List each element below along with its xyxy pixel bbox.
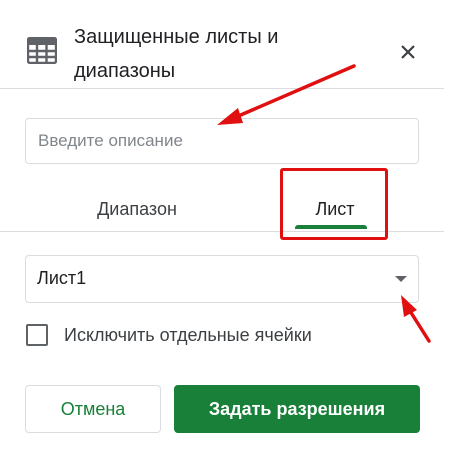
- except-cells-checkbox[interactable]: [26, 324, 48, 346]
- tab-range[interactable]: Диапазон: [86, 194, 188, 224]
- close-button[interactable]: [394, 38, 422, 66]
- sheet-select[interactable]: Лист1: [25, 255, 419, 303]
- dialog-title: Защищенные листы и диапазоны: [74, 26, 279, 82]
- except-cells-label[interactable]: Исключить отдельные ячейки: [64, 325, 312, 346]
- set-permissions-button[interactable]: Задать разрешения: [174, 385, 420, 433]
- annotation-highlight-box: [280, 168, 388, 240]
- cancel-button[interactable]: Отмена: [25, 385, 161, 433]
- description-input[interactable]: [25, 118, 419, 164]
- sheet-grid-icon: [27, 37, 57, 64]
- close-icon: [401, 45, 415, 59]
- dropdown-caret-icon[interactable]: [395, 276, 407, 282]
- sheet-select-value: Лист1: [37, 268, 87, 288]
- header-divider: [0, 88, 444, 89]
